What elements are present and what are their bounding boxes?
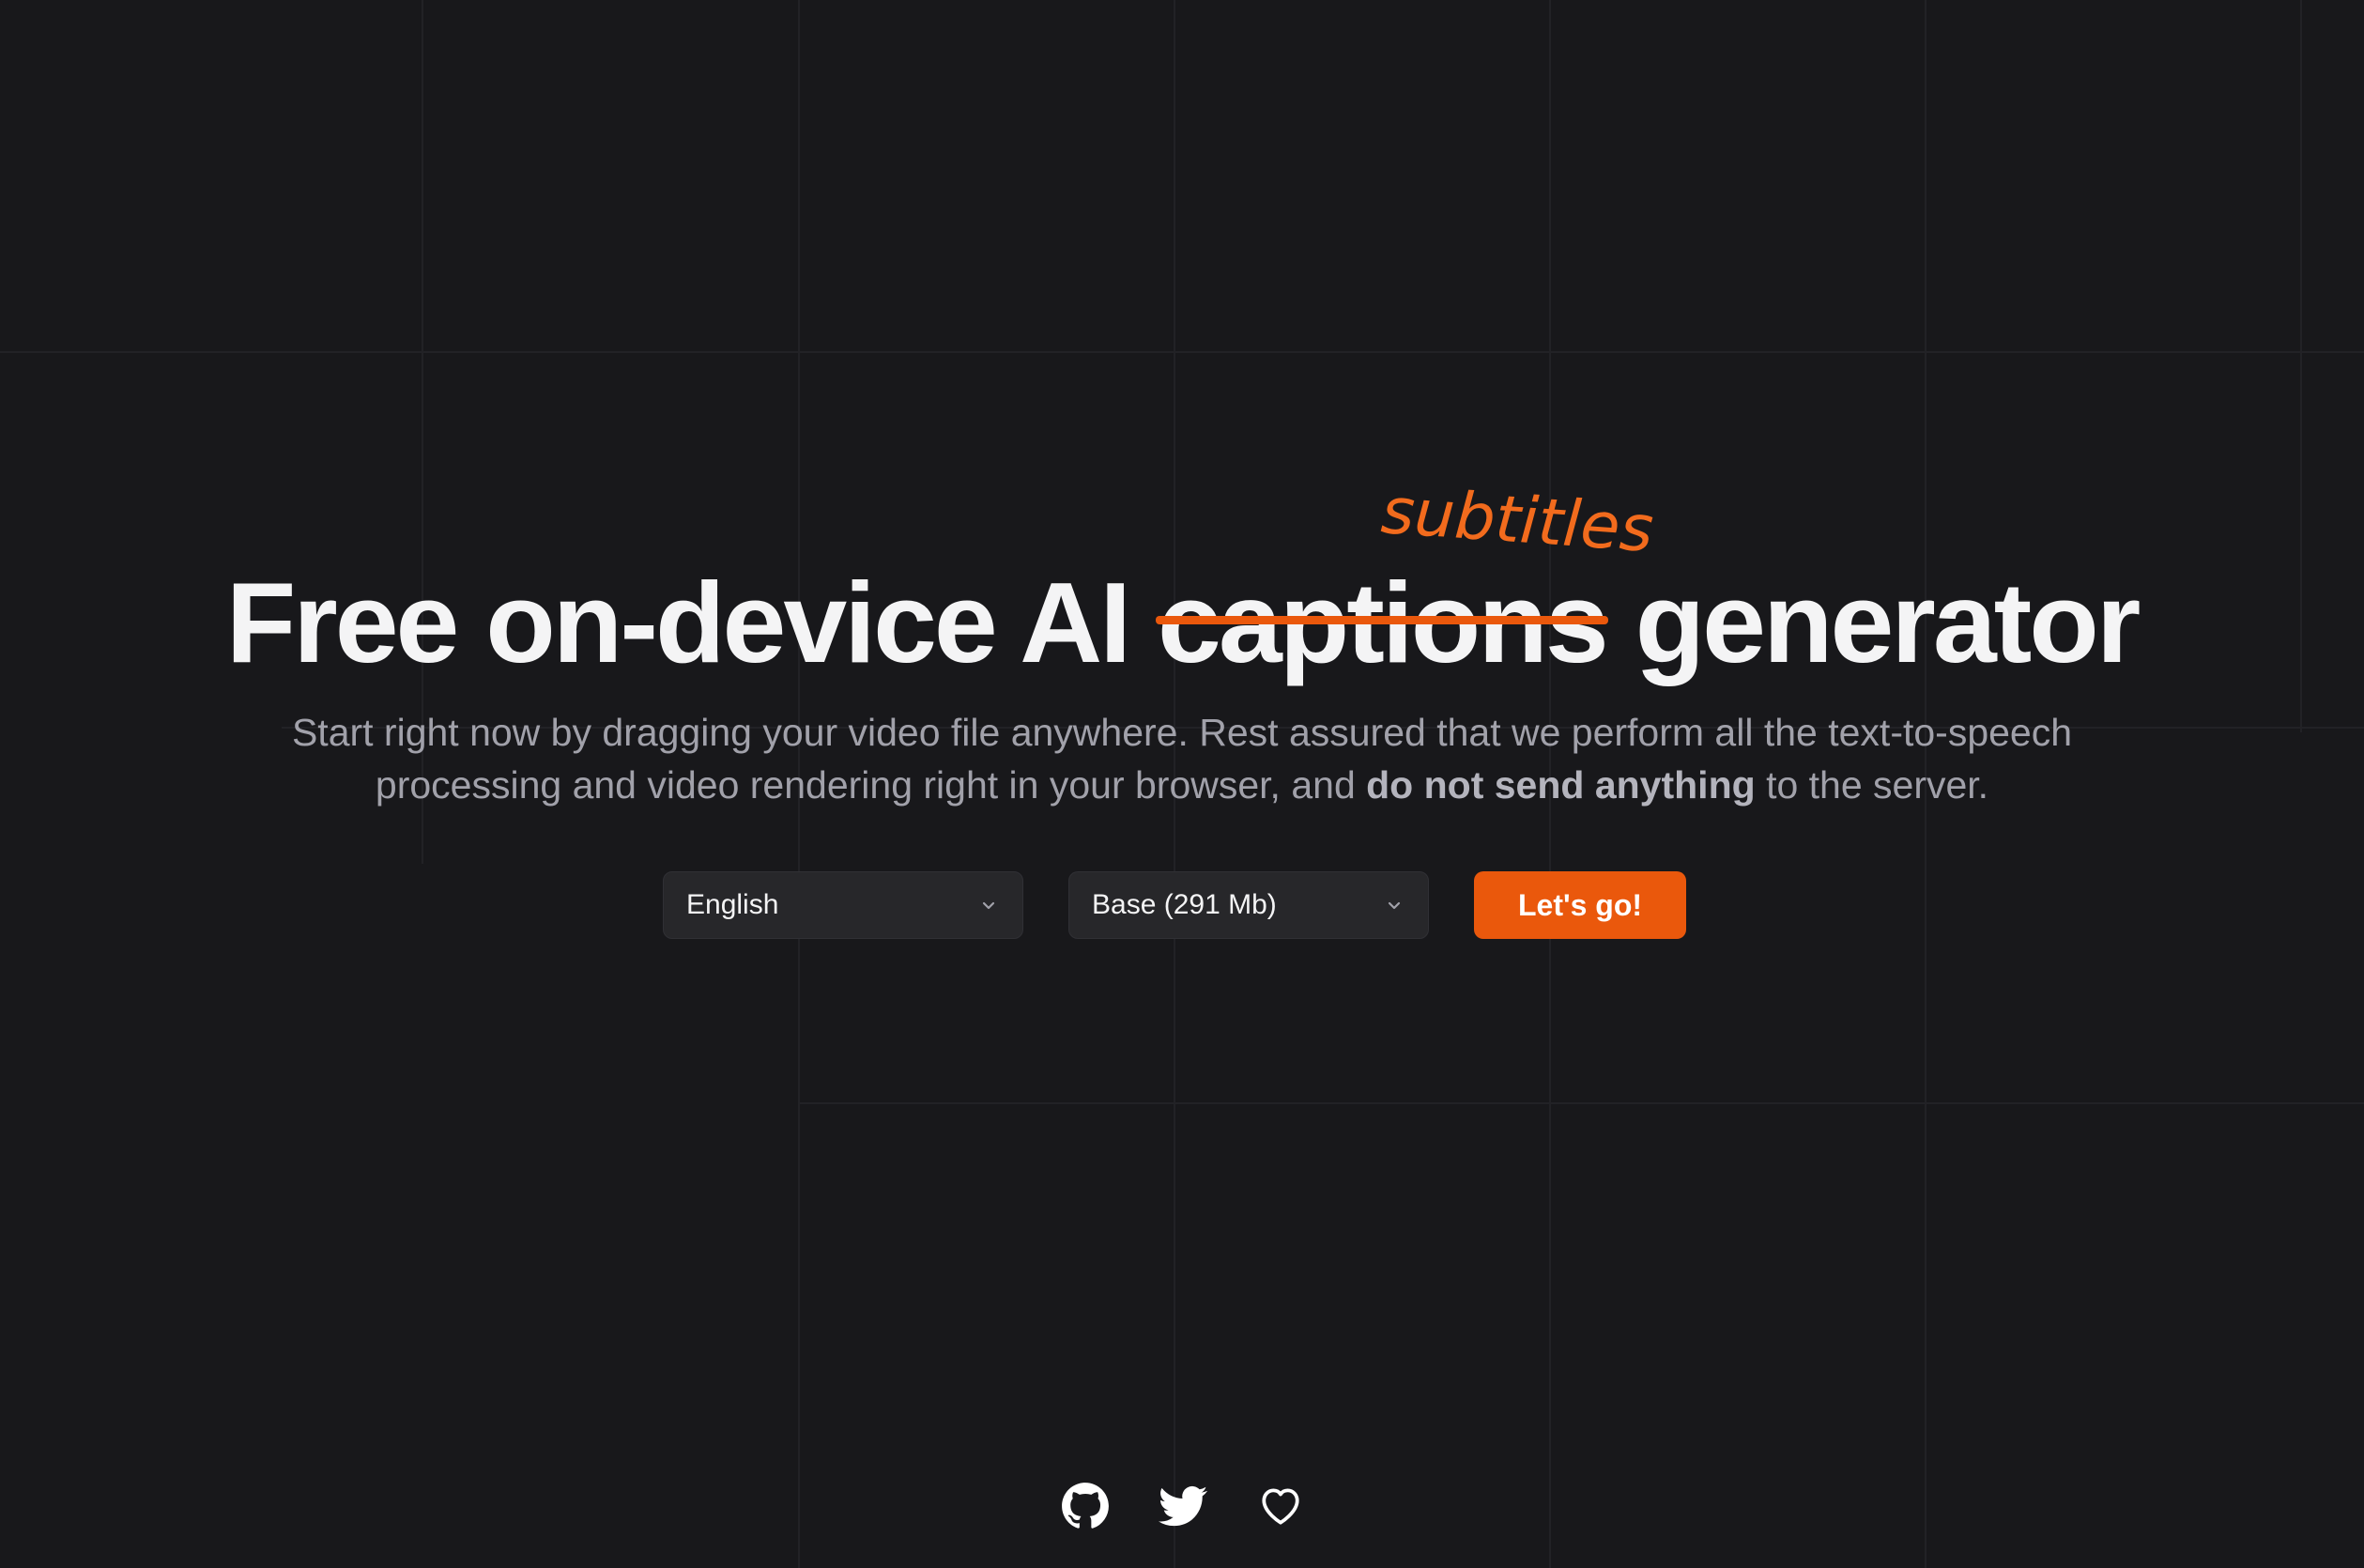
chevron-down-icon	[1383, 894, 1405, 916]
struck-word-group: subtitles captions	[1156, 474, 1656, 684]
description-end: to the server.	[1755, 763, 1989, 807]
github-link[interactable]	[1061, 1482, 1110, 1530]
sponsor-link[interactable]	[1256, 1482, 1305, 1530]
twitter-link[interactable]	[1159, 1482, 1207, 1530]
page: Free on-device AI subtitles captions gene…	[0, 0, 2364, 1568]
struck-word: captions	[1156, 561, 1609, 684]
strikethrough-line	[1156, 616, 1608, 624]
language-select-value: English	[686, 889, 779, 920]
description-emphasis: do not send anything	[1366, 763, 1756, 807]
footer-links	[1052, 1482, 1314, 1530]
headline-end: generator	[1605, 559, 2141, 686]
github-icon	[1062, 1483, 1109, 1529]
lets-go-button[interactable]: Let's go!	[1474, 871, 1686, 939]
heart-icon	[1262, 1488, 1299, 1525]
controls-row: English Base (291 Mb) Let's go!	[663, 871, 1686, 939]
hero-description: Start right now by dragging your video f…	[243, 706, 2121, 811]
language-select[interactable]: English	[663, 871, 1023, 939]
headline-start: Free on-device AI	[225, 559, 1159, 686]
twitter-icon	[1159, 1485, 1207, 1527]
model-select-value: Base (291 Mb)	[1092, 889, 1277, 920]
chevron-down-icon	[977, 894, 1000, 916]
page-title: Free on-device AI subtitles captions gene…	[0, 474, 2364, 686]
model-select[interactable]: Base (291 Mb)	[1068, 871, 1429, 939]
